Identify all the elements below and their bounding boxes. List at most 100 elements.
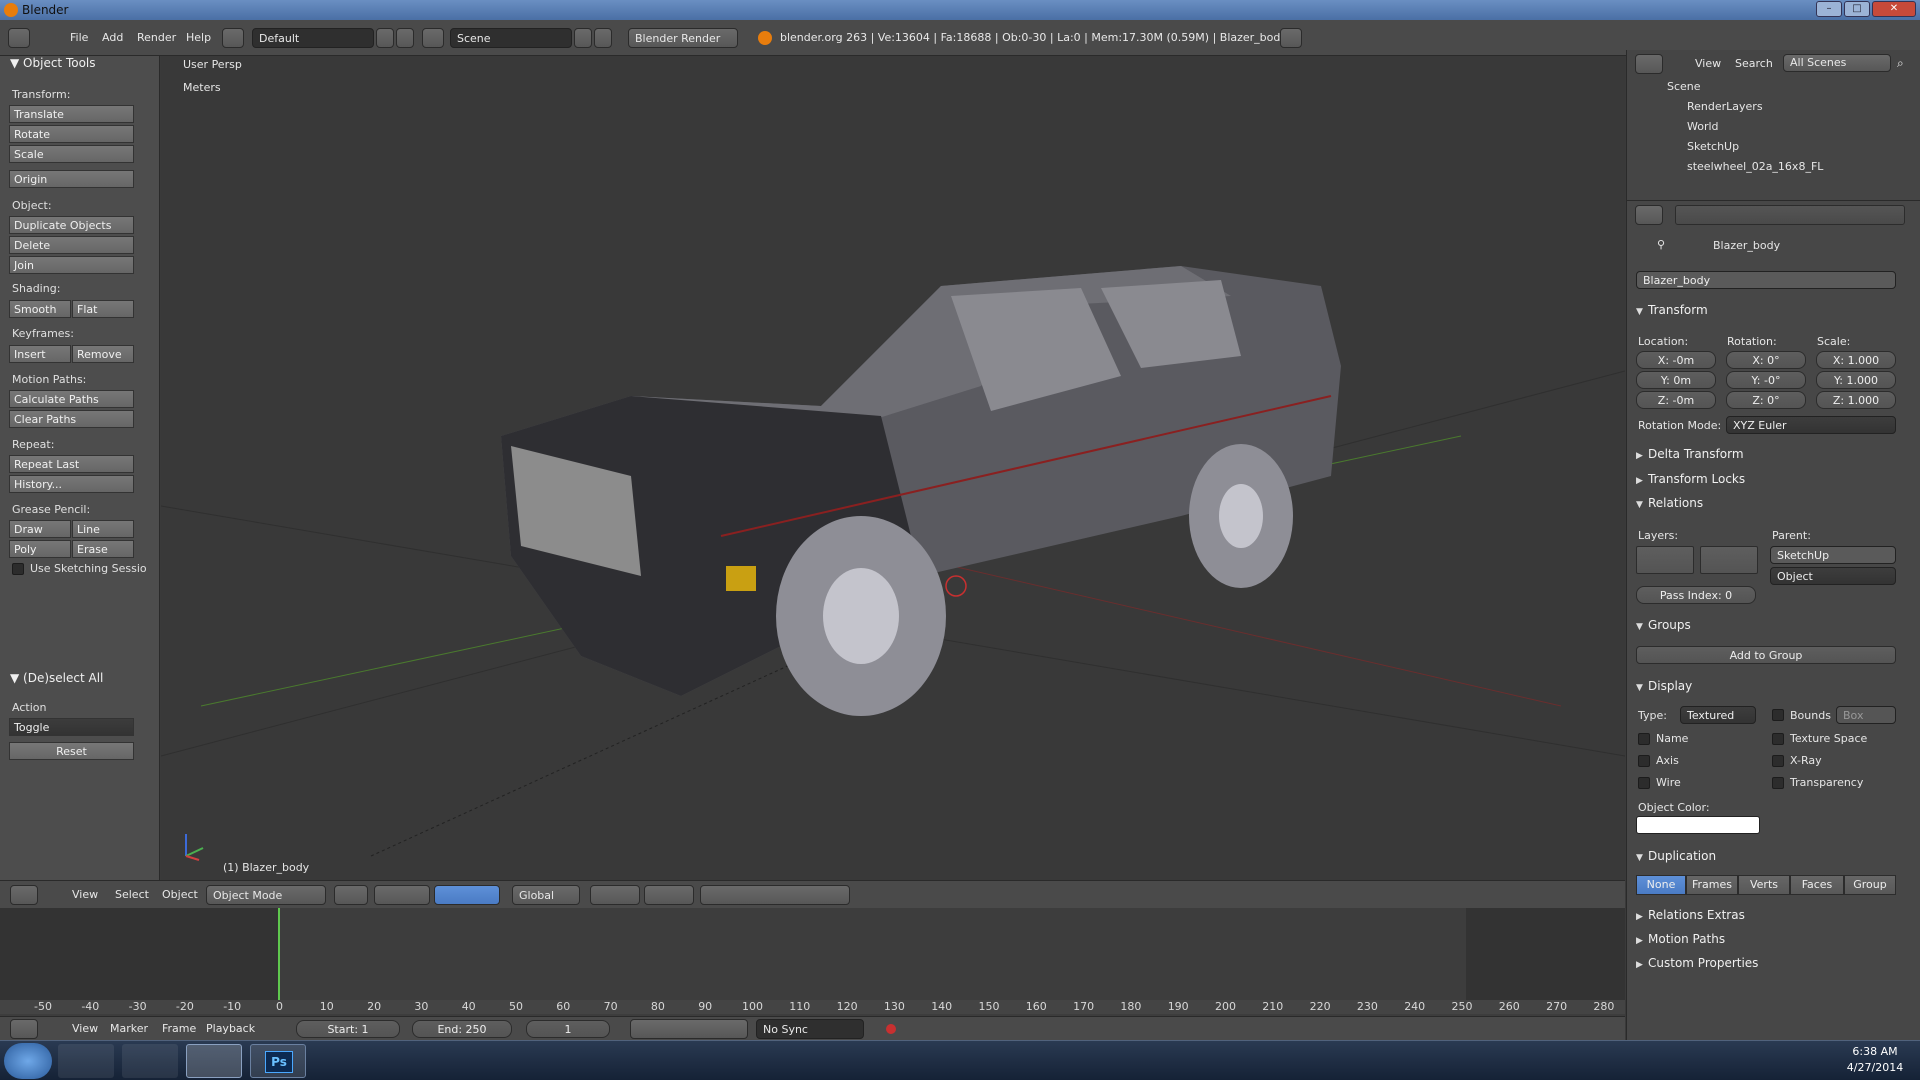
layers-grid-a[interactable] — [1636, 546, 1694, 574]
dup-tab-faces[interactable]: Faces — [1790, 875, 1844, 895]
texture-space-checkbox[interactable] — [1772, 733, 1784, 745]
object-color-swatch[interactable] — [1636, 816, 1760, 834]
file-explorer-icon[interactable] — [58, 1044, 114, 1078]
grease-line-button[interactable]: Line — [72, 520, 134, 538]
minimize-button[interactable]: – — [1816, 1, 1842, 17]
menu-render[interactable]: Render — [137, 31, 176, 44]
wire-checkbox[interactable] — [1638, 777, 1650, 789]
editor-type-icon[interactable] — [10, 885, 38, 905]
remove-scene-icon[interactable] — [594, 28, 612, 48]
add-to-group-button[interactable]: Add to Group — [1636, 646, 1896, 664]
pivot-icon[interactable] — [374, 885, 430, 905]
display-header[interactable]: ▼ Display — [1636, 679, 1692, 693]
3d-viewport[interactable]: User Persp Meters (1) Blazer_body — [161, 56, 1625, 880]
deselect-all-header[interactable]: ▼ (De)select All — [10, 671, 103, 685]
parent-field[interactable]: SketchUp — [1770, 546, 1896, 564]
remove-layout-icon[interactable] — [396, 28, 414, 48]
groups-header[interactable]: ▼ Groups — [1636, 618, 1691, 632]
object-tools-header[interactable]: ▼ Object Tools — [10, 56, 96, 70]
insert-keyframe-button[interactable]: Insert — [9, 345, 71, 363]
outliner[interactable]: View Search All Scenes ⌕ Scene RenderLay… — [1626, 50, 1920, 200]
menu-playback[interactable]: Playback — [206, 1022, 255, 1035]
motion-paths-header[interactable]: ▶ Motion Paths — [1636, 932, 1725, 946]
clock-date[interactable]: 4/27/2014 — [1840, 1061, 1910, 1074]
smooth-button[interactable]: Smooth — [9, 300, 71, 318]
outliner-filter-dropdown[interactable]: All Scenes — [1783, 54, 1891, 72]
transform-panel-header[interactable]: ▼ Transform — [1636, 303, 1708, 317]
relations-extras-header[interactable]: ▶ Relations Extras — [1636, 908, 1745, 922]
remove-keyframe-button[interactable]: Remove — [72, 345, 134, 363]
dup-tab-none[interactable]: None — [1636, 875, 1686, 895]
delete-button[interactable]: Delete — [9, 236, 134, 254]
clock-time[interactable]: 6:38 AM — [1840, 1045, 1910, 1058]
start-button[interactable] — [4, 1043, 52, 1079]
menu-file[interactable]: File — [70, 31, 88, 44]
pin-icon[interactable]: ⚲ — [1657, 238, 1665, 251]
shading-dropdown-icon[interactable] — [334, 885, 368, 905]
sketching-session-checkbox[interactable] — [12, 563, 24, 575]
scale-y-field[interactable]: Y: 1.000 — [1816, 371, 1896, 389]
calculate-paths-button[interactable]: Calculate Paths — [9, 390, 134, 408]
chrome-icon[interactable] — [122, 1044, 178, 1078]
transform-locks-header[interactable]: ▶ Transform Locks — [1636, 472, 1745, 486]
rotate-button[interactable]: Rotate — [9, 125, 134, 143]
scene-field[interactable]: Scene — [450, 28, 572, 48]
end-frame-field[interactable]: End: 250 — [412, 1020, 512, 1038]
playback-controls-icon[interactable] — [630, 1019, 748, 1039]
outliner-item-world[interactable]: World — [1687, 120, 1719, 133]
custom-properties-header[interactable]: ▶ Custom Properties — [1636, 956, 1758, 970]
name-checkbox[interactable] — [1638, 733, 1650, 745]
grease-draw-button[interactable]: Draw — [9, 520, 71, 538]
outliner-item-sketchup[interactable]: SketchUp — [1687, 140, 1739, 153]
rotation-y-field[interactable]: Y: -0° — [1726, 371, 1806, 389]
scale-x-field[interactable]: X: 1.000 — [1816, 351, 1896, 369]
editor-type-icon[interactable] — [1635, 205, 1663, 225]
pass-index-field[interactable]: Pass Index: 0 — [1636, 586, 1756, 604]
render-engine-dropdown[interactable]: Blender Render — [628, 28, 738, 48]
menu-frame[interactable]: Frame — [162, 1022, 196, 1035]
dup-tab-verts[interactable]: Verts — [1738, 875, 1790, 895]
photoshop-icon[interactable]: Ps — [250, 1044, 306, 1078]
xray-checkbox[interactable] — [1772, 755, 1784, 767]
editor-type-icon[interactable] — [10, 1019, 38, 1039]
outliner-item-renderlayers[interactable]: RenderLayers — [1687, 100, 1763, 113]
menu-search[interactable]: Search — [1735, 57, 1773, 70]
grease-erase-button[interactable]: Erase — [72, 540, 134, 558]
sync-dropdown[interactable]: No Sync — [756, 1019, 864, 1039]
origin-button[interactable]: Origin — [9, 170, 134, 188]
blender-taskbar-icon[interactable] — [186, 1044, 242, 1078]
scale-button[interactable]: Scale — [9, 145, 134, 163]
menu-marker[interactable]: Marker — [110, 1022, 148, 1035]
rotation-mode-dropdown[interactable]: XYZ Euler — [1726, 416, 1896, 434]
axis-checkbox[interactable] — [1638, 755, 1650, 767]
maximize-button[interactable]: □ — [1844, 1, 1870, 17]
current-frame-field[interactable]: 1 — [526, 1020, 610, 1038]
history-button[interactable]: History... — [9, 475, 134, 493]
location-z-field[interactable]: Z: -0m — [1636, 391, 1716, 409]
editor-type-icon[interactable] — [1635, 54, 1663, 74]
menu-object[interactable]: Object — [162, 888, 198, 901]
location-y-field[interactable]: Y: 0m — [1636, 371, 1716, 389]
menu-help[interactable]: Help — [186, 31, 211, 44]
manipulator-icon[interactable] — [434, 885, 500, 905]
outliner-item-scene[interactable]: Scene — [1667, 80, 1701, 93]
dup-tab-group[interactable]: Group — [1844, 875, 1896, 895]
close-button[interactable]: ✕ — [1872, 1, 1916, 17]
join-button[interactable]: Join — [9, 256, 134, 274]
properties-context-tabs[interactable] — [1675, 205, 1905, 225]
rotation-x-field[interactable]: X: 0° — [1726, 351, 1806, 369]
menu-view[interactable]: View — [72, 888, 98, 901]
scale-z-field[interactable]: Z: 1.000 — [1816, 391, 1896, 409]
translate-button[interactable]: Translate — [9, 105, 134, 123]
location-x-field[interactable]: X: -0m — [1636, 351, 1716, 369]
transparency-checkbox[interactable] — [1772, 777, 1784, 789]
current-frame-line[interactable] — [278, 908, 280, 1000]
snap-tools-icon[interactable] — [700, 885, 850, 905]
layers-grid-2-icon[interactable] — [644, 885, 694, 905]
search-icon[interactable]: ⌕ — [1897, 56, 1904, 71]
dup-tab-frames[interactable]: Frames — [1686, 875, 1738, 895]
parent-type-dropdown[interactable]: Object — [1770, 567, 1896, 585]
screen-layout-field[interactable]: Default — [252, 28, 374, 48]
editor-type-icon[interactable] — [8, 28, 30, 48]
display-type-dropdown[interactable]: Textured — [1680, 706, 1756, 724]
